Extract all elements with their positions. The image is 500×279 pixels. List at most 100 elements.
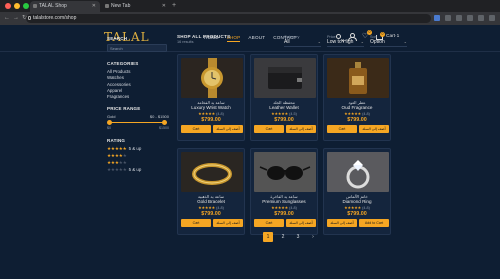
sidebar-icon[interactable] — [467, 15, 473, 21]
rating-value: (4.8) — [362, 206, 370, 210]
browser-toolbar: ← → ↻ talalstore.com/shop — [0, 12, 500, 25]
rating-value: (4.8) — [216, 206, 224, 210]
add-to-cart-button[interactable]: Cart — [327, 125, 357, 133]
product-price: $799.00 — [347, 211, 367, 217]
sort-dropdown[interactable]: Sort Option ⌄ — [370, 35, 407, 47]
product-card[interactable]: ساعة يد الفاخرة Premium Sunglasses ★★★★★ (… — [250, 148, 318, 235]
filter-value: Low to High ⌄ — [327, 39, 364, 47]
price-slider-max-handle[interactable] — [162, 120, 167, 126]
product-image[interactable] — [327, 58, 389, 98]
rating-filter-list: ★★★★★ 5 & up ★★★★★ ★★★★★ ★★★★★ 5 & up — [107, 146, 169, 173]
product-name[interactable]: Oud Fragrance — [324, 105, 390, 110]
price-slider[interactable] — [107, 120, 169, 126]
category-fragrances[interactable]: Fragrances — [107, 94, 169, 100]
page-number-button[interactable]: 3 — [293, 232, 303, 242]
category-dropdown[interactable]: Category All ⌄ — [284, 35, 321, 47]
add-to-cart-button[interactable]: Cart — [181, 219, 211, 227]
add-to-cart-arabic-button[interactable]: أضف إلى السلة — [213, 125, 243, 133]
rating-option-label: 5 & up — [128, 146, 142, 152]
add-to-cart-arabic-button[interactable]: أضف إلى السلة — [286, 219, 316, 227]
product-card[interactable]: عطر العود Oud Fragrance ★★★★★ (4.8) $799.00… — [323, 54, 391, 141]
page-number-button[interactable]: 2 — [278, 232, 288, 242]
product-card[interactable]: ساعة يد الفخامة Luxury Wrist Watch ★★★★★ (… — [177, 54, 245, 141]
rating-value: (4.5) — [289, 112, 297, 116]
rating-value: (4.8) — [216, 112, 224, 116]
page-number-button[interactable]: 1 — [263, 232, 273, 242]
new-tab-plus-icon[interactable]: + — [172, 0, 176, 12]
address-bar[interactable]: talalstore.com/shop — [26, 14, 431, 23]
star-rating-icon: ★★★★★ — [107, 166, 127, 172]
price-slider-min-handle[interactable] — [107, 120, 112, 126]
add-to-cart-button[interactable]: أضف إلى السلة — [327, 219, 357, 227]
back-arrow-icon[interactable]: ← — [4, 14, 10, 23]
product-card[interactable]: ساعة يد الذهبية Gold Bracelet ★★★★★ (4.8) $… — [177, 148, 245, 235]
close-window-button[interactable] — [5, 3, 11, 9]
next-page-chevron-icon[interactable]: › — [308, 232, 318, 242]
maximize-window-button[interactable] — [23, 3, 29, 9]
favicon-icon — [105, 4, 109, 8]
product-image[interactable] — [181, 152, 243, 192]
product-image[interactable] — [254, 58, 316, 98]
close-tab-icon[interactable]: ✕ — [92, 1, 96, 12]
search-heading: SEARCH — [107, 36, 128, 41]
url-text: talalstore.com/shop — [33, 15, 77, 21]
profile-icon[interactable] — [478, 15, 484, 21]
price-sort-dropdown[interactable]: Price Low to High ⌄ — [327, 35, 364, 47]
tab-title: New Tab — [111, 3, 131, 9]
product-card[interactable]: محفظة الجلد Leather Wallet ★★★★★ (4.5) $799… — [250, 54, 318, 141]
rating-option[interactable]: ★★★★★ 5 & up — [107, 146, 169, 153]
product-name[interactable]: Premium Sunglasses — [251, 199, 317, 204]
product-rating: ★★★★★ (4.8) — [251, 205, 317, 210]
product-actions: Cart أضف إلى السلة — [327, 125, 389, 133]
product-name[interactable]: Leather Wallet — [251, 105, 317, 110]
product-price: $799.00 — [274, 117, 294, 123]
favicon-icon — [33, 4, 37, 8]
star-rating-icon: ★★★★★ — [107, 146, 127, 152]
listing-filters: Category All ⌄ Price Low to High ⌄ Sort Op… — [284, 35, 407, 47]
star-rating-icon: ★★★★★ — [107, 159, 127, 165]
product-image[interactable] — [254, 152, 316, 192]
add-to-cart-button[interactable]: Cart — [181, 125, 211, 133]
menu-kebab-icon[interactable] — [489, 15, 495, 21]
add-to-cart-arabic-button[interactable]: أضف إلى السلة — [359, 125, 389, 133]
rating-option[interactable]: ★★★★★ — [107, 160, 169, 167]
add-to-cart-arabic-button[interactable]: Add to Cart — [359, 219, 389, 227]
bookmark-star-icon[interactable] — [445, 15, 451, 21]
product-price: $799.00 — [201, 211, 221, 217]
add-to-cart-arabic-button[interactable]: أضف إلى السلة — [213, 219, 243, 227]
chevron-down-icon: ⌄ — [403, 39, 407, 44]
product-rating: ★★★★★ (4.8) — [324, 111, 390, 116]
product-image[interactable] — [181, 58, 243, 98]
price-slider-track — [109, 122, 167, 124]
add-to-cart-arabic-button[interactable]: أضف إلى السلة — [286, 125, 316, 133]
price-range-heading: PRICE RANGE — [107, 106, 141, 112]
product-name[interactable]: Diamond Ring — [324, 199, 390, 204]
add-to-cart-button[interactable]: Cart — [254, 125, 284, 133]
star-rating-icon: ★★★★★ — [198, 111, 216, 116]
filter-value-text: Option — [370, 39, 385, 45]
product-rating: ★★★★★ (4.8) — [324, 205, 390, 210]
translate-icon[interactable] — [434, 15, 440, 21]
minimize-window-button[interactable] — [14, 3, 20, 9]
product-price: $799.00 — [201, 117, 221, 123]
product-card[interactable]: خاتم الألماس Diamond Ring ★★★★★ (4.8) $799.… — [323, 148, 391, 235]
browser-tab-active[interactable]: TALAL Shop ✕ — [30, 1, 100, 12]
product-image[interactable] — [327, 152, 389, 192]
forward-arrow-icon[interactable]: → — [13, 14, 19, 23]
chevron-down-icon: ⌄ — [360, 39, 364, 44]
filter-sidebar: SEARCH Search CATEGORIES All Products Wa… — [107, 36, 169, 173]
product-name[interactable]: Gold Bracelet — [178, 199, 244, 204]
rating-option[interactable]: ★★★★★ — [107, 153, 169, 160]
star-rating-icon: ★★★★★ — [271, 205, 289, 210]
browser-tab-inactive[interactable]: New Tab ✕ — [102, 1, 170, 12]
close-tab-icon[interactable]: ✕ — [162, 1, 166, 12]
price-range-footer: $0 $1500 — [107, 126, 169, 130]
search-input[interactable]: Search — [107, 44, 167, 52]
star-rating-icon: ★★★★★ — [107, 153, 127, 159]
rating-option[interactable]: ★★★★★ 5 & up — [107, 167, 169, 174]
extensions-puzzle-icon[interactable] — [456, 15, 462, 21]
product-name[interactable]: Luxury Wrist Watch — [178, 105, 244, 110]
add-to-cart-button[interactable]: Cart — [254, 219, 284, 227]
product-price: $799.00 — [274, 211, 294, 217]
rating-value: (4.8) — [362, 112, 370, 116]
